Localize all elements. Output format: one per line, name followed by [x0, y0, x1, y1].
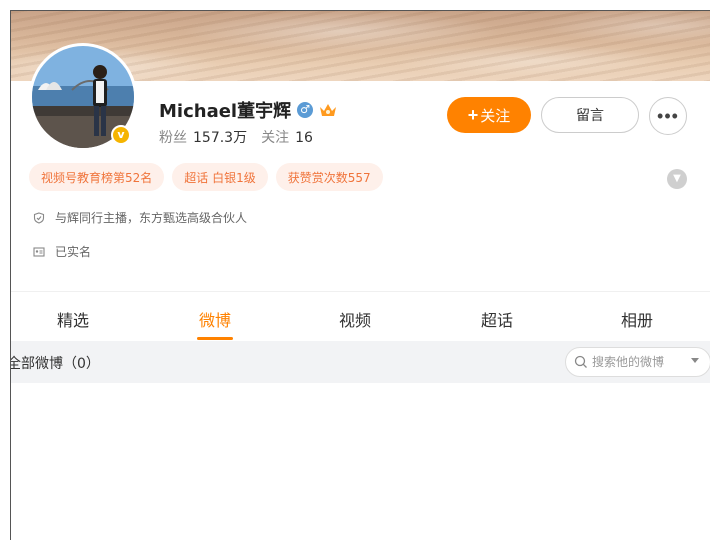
- crown-icon[interactable]: [319, 102, 337, 118]
- followers-count: 157.3万: [193, 130, 248, 146]
- tag-list: 视频号教育榜第52名 超话 白银1级 获赞赏次数557: [29, 163, 383, 191]
- tab-super-topic[interactable]: 超话: [481, 307, 513, 331]
- user-stats: 粉丝 157.3万 关注 16: [159, 127, 313, 147]
- divider: [11, 291, 710, 292]
- caret-down-icon[interactable]: [691, 358, 699, 363]
- follow-button[interactable]: + 关注: [447, 97, 531, 133]
- follow-label: 关注: [480, 107, 511, 125]
- following-label: 关注: [261, 130, 290, 146]
- verification-text: 已实名: [55, 245, 92, 259]
- search-input[interactable]: [592, 355, 678, 369]
- tab-videos[interactable]: 视频: [339, 307, 371, 331]
- plus-icon: +: [467, 105, 479, 125]
- user-name: Michael董宇辉: [159, 101, 292, 122]
- shield-icon: [33, 211, 45, 224]
- tag-super-topic[interactable]: 超话 白银1级: [172, 163, 268, 191]
- id-card-icon: [33, 246, 45, 257]
- all-posts-filter[interactable]: 全部微博（0）: [11, 353, 100, 373]
- profile-tabs: 精选 微博 视频 超话 相册: [11, 301, 710, 341]
- tab-featured[interactable]: 精选: [57, 307, 89, 331]
- role-info: 与辉同行主播，东方甄选高级合伙人: [33, 209, 247, 226]
- tab-albums[interactable]: 相册: [621, 307, 653, 331]
- role-text: 与辉同行主播，东方甄选高级合伙人: [55, 211, 248, 225]
- name-row: Michael董宇辉 ♂: [159, 97, 337, 123]
- search-icon: [574, 355, 587, 368]
- message-button[interactable]: 留言: [541, 97, 639, 133]
- more-icon[interactable]: •••: [649, 97, 687, 135]
- tag-tips[interactable]: 获赞赏次数557: [275, 163, 383, 191]
- following-count: 16: [295, 130, 313, 146]
- tag-ranking[interactable]: 视频号教育榜第52名: [29, 163, 165, 191]
- verified-badge-icon: v: [111, 125, 131, 145]
- active-tab-indicator: [197, 337, 233, 340]
- filter-bar: 全部微博（0）: [11, 341, 710, 383]
- followers-label: 粉丝: [159, 130, 187, 146]
- gender-male-icon: ♂: [297, 102, 314, 118]
- chevron-down-icon[interactable]: ▼: [667, 169, 687, 189]
- following-stat[interactable]: 关注 16: [261, 127, 313, 147]
- followers-stat[interactable]: 粉丝 157.3万: [159, 127, 247, 147]
- verification-info: 已实名: [33, 243, 91, 260]
- profile-page: v Michael董宇辉 ♂ 粉丝 157.3万 关注 16 + 关注 留言 •••…: [10, 10, 710, 540]
- tab-weibo[interactable]: 微博: [199, 307, 231, 331]
- search-box[interactable]: [565, 347, 710, 377]
